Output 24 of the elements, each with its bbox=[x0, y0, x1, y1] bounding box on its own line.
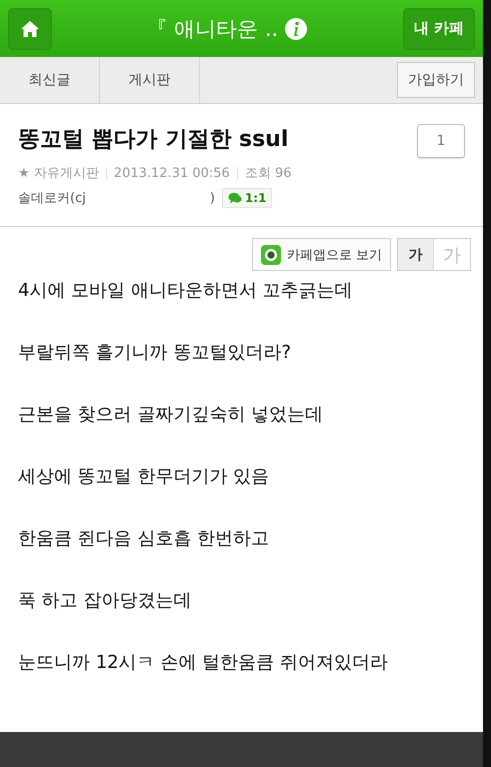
author-name[interactable]: 솔데로커(cj bbox=[18, 189, 86, 207]
chat-icon bbox=[228, 192, 242, 204]
post-paragraph: 세상에 똥꼬털 한무더기가 있음 bbox=[18, 465, 270, 488]
comment-count-bubble[interactable]: 1 bbox=[417, 124, 465, 158]
nav-tab[interactable]: 게시판 bbox=[100, 57, 200, 103]
font-size-button[interactable]: 가 bbox=[398, 239, 434, 270]
author-paren: ) bbox=[210, 190, 215, 206]
app-icon bbox=[260, 244, 281, 264]
post-paragraph: 4시에 모바일 애니타운하면서 꼬추긁는데 bbox=[18, 279, 354, 302]
post-paragraph: 눈뜨니까 12시ㅋ 손에 털한움큼 쥐어져있더라 bbox=[18, 651, 389, 674]
home-button[interactable] bbox=[8, 8, 52, 50]
nav-tab[interactable]: 최신글 bbox=[0, 57, 100, 103]
chat-button[interactable]: 1:1 bbox=[222, 188, 272, 208]
post-paragraph: 푹 하고 잡아당겼는데 bbox=[18, 589, 192, 612]
cafe-app-button[interactable]: 카페앱으로 보기 bbox=[252, 238, 391, 271]
post-paragraph: 한움큼 쥔다음 심호흡 한번하고 bbox=[18, 527, 270, 550]
post-paragraph: 부랄뒤쪽 흘기니까 똥꼬털있더라? bbox=[18, 341, 292, 364]
info-icon[interactable] bbox=[284, 16, 308, 40]
post-date: 2013.12.31 00:56 bbox=[114, 166, 230, 180]
home-icon bbox=[21, 20, 39, 36]
join-button[interactable]: 가입하기 bbox=[397, 62, 475, 98]
view-count: 조회 96 bbox=[244, 165, 292, 182]
post-paragraph: 근본을 찾으러 골짜기깊숙히 넣었는데 bbox=[18, 403, 324, 426]
post-title: 똥꼬털 뽑다가 기절한 ssul bbox=[18, 126, 290, 154]
